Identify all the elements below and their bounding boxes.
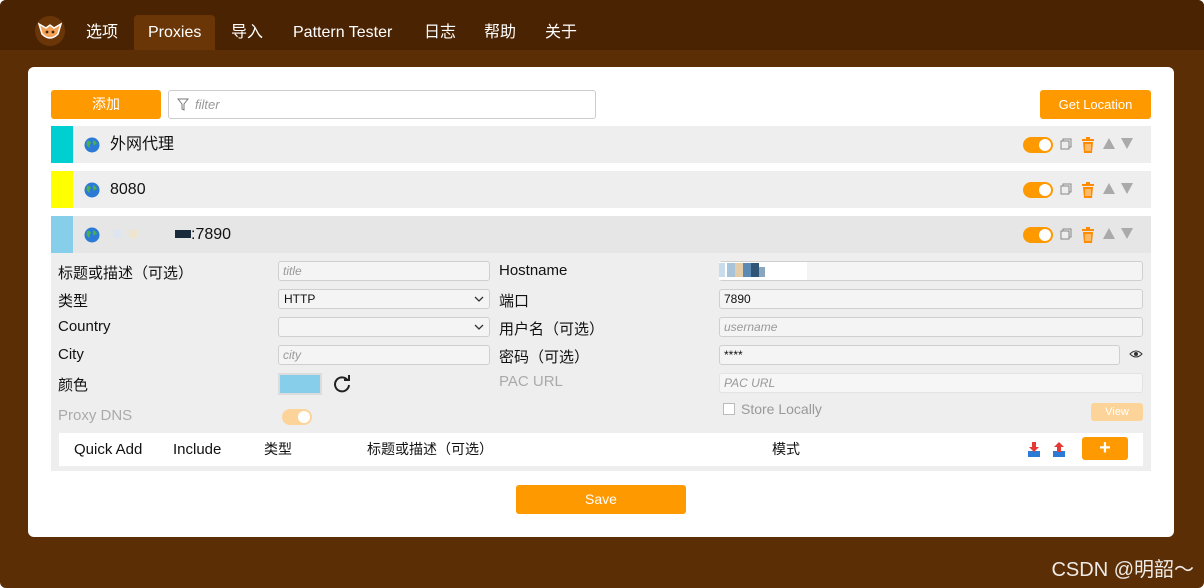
watermark: CSDN @明韶～ <box>1051 559 1194 581</box>
filter-input[interactable] <box>195 94 585 115</box>
refresh-icon[interactable] <box>332 374 352 394</box>
title-header: 标题或描述（可选） <box>367 441 493 457</box>
proxy-color-swatch <box>51 171 73 208</box>
copy-icon[interactable] <box>1060 228 1072 240</box>
store-locally-checkbox[interactable] <box>723 403 735 415</box>
proxies-panel: 添加 Get Location 外网代理 <box>28 67 1174 537</box>
tab-log[interactable]: 日志 <box>410 15 470 50</box>
tab-options[interactable]: 选项 <box>72 15 132 50</box>
username-input[interactable] <box>719 317 1143 337</box>
save-button[interactable]: Save <box>516 485 686 514</box>
tab-about[interactable]: 关于 <box>531 15 591 50</box>
view-button[interactable]: View <box>1091 403 1143 421</box>
color-label: 颜色 <box>58 377 89 394</box>
store-locally-label: Store Locally <box>741 401 822 417</box>
redacted-hostname <box>719 262 807 280</box>
move-up-icon[interactable] <box>1103 183 1115 194</box>
proxy-edit-form: 标题或描述（可选） 类型 HTTP Country City 颜色 Proxy … <box>51 253 1151 471</box>
port-label: 端口 <box>499 293 530 310</box>
type-select-value: HTTP <box>284 292 316 306</box>
delete-icon[interactable] <box>1081 137 1095 153</box>
move-up-icon[interactable] <box>1103 228 1115 239</box>
chevron-down-icon <box>474 296 484 302</box>
filter-box <box>168 90 596 119</box>
add-proxy-button[interactable]: 添加 <box>51 90 161 119</box>
delete-icon[interactable] <box>1081 182 1095 198</box>
proxy-color-swatch <box>51 216 73 253</box>
proxy-controls <box>1023 225 1143 245</box>
pac-url-label: PAC URL <box>499 373 563 390</box>
enable-toggle[interactable] <box>1023 137 1053 153</box>
copy-icon[interactable] <box>1060 183 1072 195</box>
move-down-icon[interactable] <box>1121 183 1133 194</box>
hostname-label: Hostname <box>499 262 568 279</box>
top-nav: 选项 Proxies 导入 Pattern Tester 日志 帮助 关于 <box>0 0 1204 50</box>
password-input[interactable] <box>719 345 1120 365</box>
add-pattern-button[interactable]: + <box>1082 437 1128 460</box>
globe-icon <box>84 182 100 198</box>
enable-toggle[interactable] <box>1023 227 1053 243</box>
proxy-row[interactable]: :7890 <box>51 216 1151 253</box>
proxy-color-swatch <box>51 126 73 163</box>
redacted-block <box>129 230 137 238</box>
country-select[interactable] <box>278 317 490 337</box>
tab-help[interactable]: 帮助 <box>470 15 530 50</box>
quick-add-button[interactable]: Quick Add <box>74 433 142 466</box>
proxy-title: :7890 <box>191 226 232 243</box>
export-icon[interactable] <box>1052 442 1066 458</box>
proxy-controls <box>1023 135 1143 155</box>
globe-icon <box>84 227 100 243</box>
proxy-row[interactable]: 8080 <box>51 171 1151 208</box>
eye-icon[interactable] <box>1129 349 1143 359</box>
proxy-dns-label: Proxy DNS <box>58 407 133 424</box>
copy-icon[interactable] <box>1060 138 1072 150</box>
app-window: 选项 Proxies 导入 Pattern Tester 日志 帮助 关于 添加… <box>0 0 1204 588</box>
redacted-block <box>175 230 191 238</box>
chevron-down-icon <box>474 324 484 330</box>
proxy-title: 8080 <box>110 181 146 198</box>
include-header: Include <box>173 441 222 458</box>
enable-toggle[interactable] <box>1023 182 1053 198</box>
proxy-controls <box>1023 180 1143 200</box>
move-down-icon[interactable] <box>1121 138 1133 149</box>
city-input[interactable] <box>278 345 490 365</box>
tab-proxies[interactable]: Proxies <box>134 15 216 50</box>
type-select[interactable]: HTTP <box>278 289 490 309</box>
title-input[interactable] <box>278 261 490 281</box>
foxyproxy-logo-icon[interactable] <box>34 15 66 47</box>
delete-icon[interactable] <box>1081 227 1095 243</box>
tab-import[interactable]: 导入 <box>217 15 277 50</box>
password-label: 密码（可选） <box>499 349 590 366</box>
color-picker[interactable] <box>278 373 322 395</box>
get-location-button[interactable]: Get Location <box>1040 90 1151 119</box>
filter-icon <box>177 98 189 111</box>
patterns-header: Quick Add Include 类型 标题或描述（可选） 模式 + <box>59 433 1143 466</box>
username-label: 用户名（可选） <box>499 321 605 338</box>
redacted-block <box>113 230 121 238</box>
tab-pattern-tester[interactable]: Pattern Tester <box>279 15 406 50</box>
city-label: City <box>58 346 84 363</box>
move-up-icon[interactable] <box>1103 138 1115 149</box>
port-input[interactable] <box>719 289 1143 309</box>
title-label: 标题或描述（可选） <box>58 265 194 282</box>
proxy-dns-toggle[interactable] <box>282 409 312 425</box>
type-header: 类型 <box>264 441 292 457</box>
globe-icon <box>84 137 100 153</box>
import-icon[interactable] <box>1027 442 1041 458</box>
proxy-row[interactable]: 外网代理 <box>51 126 1151 163</box>
move-down-icon[interactable] <box>1121 228 1133 239</box>
pac-url-input[interactable] <box>719 373 1143 393</box>
country-label: Country <box>58 318 111 335</box>
type-label: 类型 <box>58 293 89 310</box>
proxy-title: 外网代理 <box>110 136 175 153</box>
mode-header: 模式 <box>772 441 800 457</box>
